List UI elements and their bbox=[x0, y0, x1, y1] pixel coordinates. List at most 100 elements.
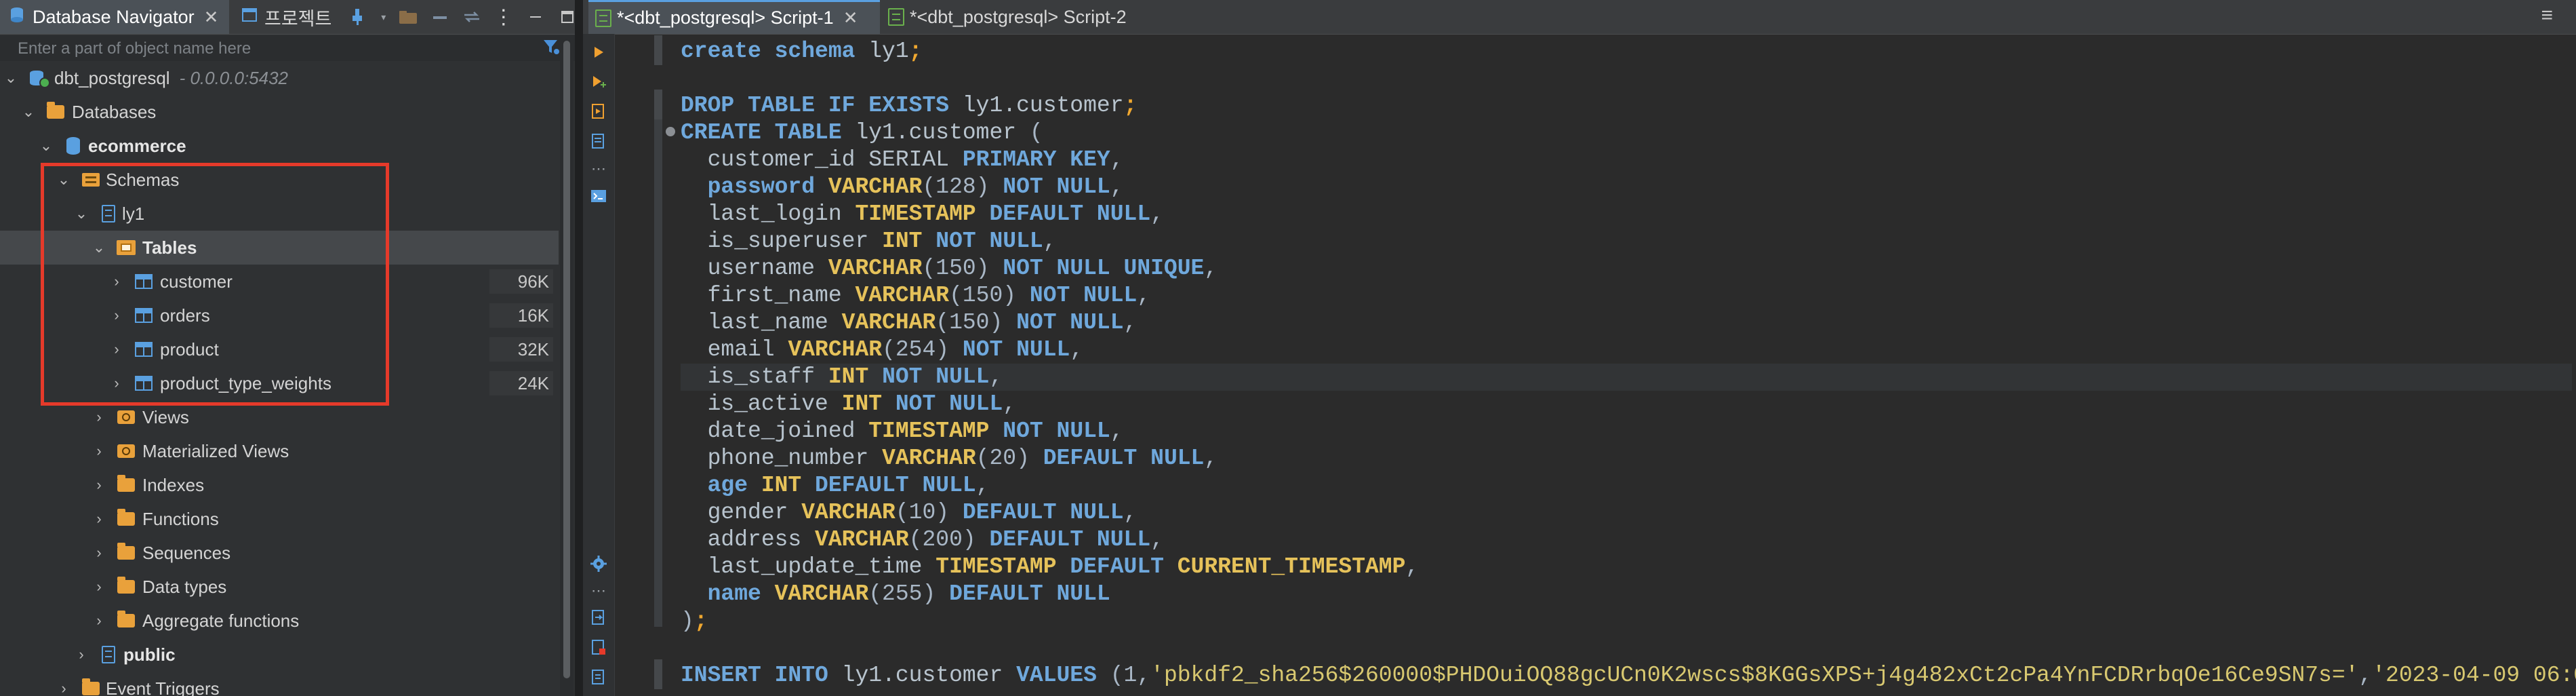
chevron-down-icon[interactable]: ⌄ bbox=[4, 69, 18, 87]
code-line[interactable]: create schema ly1; bbox=[681, 38, 922, 65]
code-line[interactable]: DROP TABLE IF EXISTS ly1.customer; bbox=[681, 92, 1137, 119]
code-line[interactable]: email VARCHAR(254) NOT NULL, bbox=[681, 336, 1084, 364]
open-terminal-icon[interactable] bbox=[588, 186, 609, 206]
connect-icon[interactable] bbox=[348, 5, 370, 28]
tree-node-connection[interactable]: ⌄ dbt_postgresql - 0.0.0.0:5432 bbox=[0, 61, 559, 95]
explain-plan-icon[interactable] bbox=[588, 132, 609, 152]
code-line[interactable]: password VARCHAR(128) NOT NULL, bbox=[681, 174, 1124, 201]
tab-script-1[interactable]: *<dbt_postgresql> Script-1 ✕ bbox=[588, 0, 880, 34]
code-line[interactable]: last_update_time TIMESTAMP DEFAULT CURRE… bbox=[681, 554, 1420, 581]
chevron-right-icon[interactable]: › bbox=[110, 273, 123, 290]
chevron-right-icon[interactable]: › bbox=[92, 612, 106, 630]
tree-node-table[interactable]: › customer 96K bbox=[0, 265, 559, 298]
code-line[interactable]: phone_number VARCHAR(20) DEFAULT NULL, bbox=[681, 445, 1218, 472]
tree-node-tables[interactable]: ⌄ Tables bbox=[0, 231, 559, 265]
code-token: DEFAULT NULL bbox=[815, 473, 976, 498]
tree-node-views[interactable]: › Views bbox=[0, 400, 559, 434]
execute-in-new-tab-icon[interactable] bbox=[588, 72, 609, 92]
dropdown-arrow-icon[interactable]: ▾ bbox=[380, 5, 388, 28]
close-icon[interactable]: ✕ bbox=[843, 7, 858, 28]
close-icon[interactable]: ✕ bbox=[204, 7, 219, 28]
editor-menu-icon[interactable]: ≡ bbox=[2541, 4, 2553, 27]
code-line[interactable]: CREATE TABLE ly1.customer ( bbox=[681, 119, 1043, 147]
load-script-icon[interactable] bbox=[588, 668, 609, 688]
chevron-right-icon[interactable]: › bbox=[110, 341, 123, 358]
export-icon[interactable] bbox=[588, 608, 609, 628]
chevron-down-icon[interactable]: ⌄ bbox=[39, 137, 53, 155]
panel-splitter[interactable] bbox=[575, 0, 583, 696]
code-line[interactable]: age INT DEFAULT NULL, bbox=[681, 472, 990, 499]
navigator-scrollbar[interactable] bbox=[560, 35, 573, 696]
navigator-scrollbar-thumb[interactable] bbox=[563, 41, 570, 678]
chevron-right-icon[interactable]: › bbox=[92, 510, 106, 528]
code-line[interactable]: INSERT INTO ly1.customer VALUES (1,'pbkd… bbox=[681, 662, 2576, 689]
sql-code-area[interactable]: create schema ly1; DROP TABLE IF EXISTS l… bbox=[681, 34, 2576, 696]
code-line[interactable]: is_active INT NOT NULL, bbox=[681, 391, 1017, 418]
table-icon bbox=[134, 306, 153, 325]
code-token: (200) bbox=[908, 527, 990, 552]
chevron-down-icon[interactable]: ⌄ bbox=[75, 205, 88, 223]
code-line[interactable]: address VARCHAR(200) DEFAULT NULL, bbox=[681, 526, 1164, 554]
tree-node-indexes[interactable]: › Indexes bbox=[0, 468, 559, 502]
execute-script-icon[interactable] bbox=[588, 102, 609, 122]
tree-node-database-ecommerce[interactable]: ⌄ ecommerce bbox=[0, 129, 559, 163]
more-actions-icon[interactable]: ⋯ bbox=[591, 160, 607, 178]
tab-script-2[interactable]: *<dbt_postgresql> Script-2 bbox=[881, 0, 1139, 34]
chevron-down-icon[interactable]: ⌄ bbox=[92, 239, 106, 256]
settings-gear-icon[interactable] bbox=[588, 554, 609, 574]
more-options-icon[interactable]: ⋮ bbox=[492, 5, 515, 28]
code-line[interactable]: last_name VARCHAR(150) NOT NULL, bbox=[681, 309, 1138, 336]
tab-projects[interactable]: 프로젝트 bbox=[233, 0, 335, 34]
link-with-editor-icon[interactable] bbox=[460, 5, 483, 28]
tree-node-databases[interactable]: ⌄ Databases bbox=[0, 95, 559, 129]
chevron-right-icon[interactable]: › bbox=[92, 408, 106, 426]
tree-node-table[interactable]: › product_type_weights 24K bbox=[0, 366, 559, 400]
chevron-down-icon[interactable]: ⌄ bbox=[22, 103, 35, 121]
query-block-marker bbox=[654, 659, 662, 689]
chevron-right-icon[interactable]: › bbox=[92, 578, 106, 596]
code-line[interactable]: ); bbox=[681, 608, 708, 635]
more-actions-icon[interactable]: ⋯ bbox=[591, 582, 607, 600]
chevron-right-icon[interactable]: › bbox=[92, 476, 106, 494]
code-line[interactable]: gender VARCHAR(10) DEFAULT NULL, bbox=[681, 499, 1138, 526]
tree-node-event-triggers[interactable]: › Event Triggers bbox=[0, 672, 559, 696]
chevron-right-icon[interactable]: › bbox=[110, 307, 123, 324]
tree-node-materialized-views[interactable]: › Materialized Views bbox=[0, 434, 559, 468]
code-line[interactable]: date_joined TIMESTAMP NOT NULL, bbox=[681, 418, 1124, 445]
tree-node-schema-ly1[interactable]: ⌄ ly1 bbox=[0, 197, 559, 231]
code-line[interactable]: first_name VARCHAR(150) NOT NULL, bbox=[681, 282, 1151, 309]
code-line[interactable]: name VARCHAR(255) DEFAULT NULL bbox=[681, 581, 1110, 608]
object-filter-input[interactable] bbox=[16, 37, 521, 61]
tree-node-schema-public[interactable]: › public bbox=[0, 638, 559, 672]
tab-database-navigator[interactable]: Database Navigator ✕ bbox=[0, 0, 229, 34]
fold-marker-icon[interactable] bbox=[666, 127, 675, 136]
tree-node-sequences[interactable]: › Sequences bbox=[0, 536, 559, 570]
code-token: , bbox=[2358, 663, 2373, 688]
chevron-right-icon[interactable]: › bbox=[57, 680, 71, 696]
code-token: VARCHAR bbox=[855, 283, 950, 308]
chevron-right-icon[interactable]: › bbox=[75, 646, 88, 663]
code-line[interactable]: customer_id SERIAL PRIMARY KEY, bbox=[681, 147, 1124, 174]
chevron-down-icon[interactable]: ⌄ bbox=[57, 171, 71, 189]
tab-projects-label: 프로젝트 bbox=[264, 8, 332, 29]
filter-icon[interactable] bbox=[542, 38, 560, 60]
tree-node-table[interactable]: › orders 16K bbox=[0, 298, 559, 332]
save-script-icon[interactable] bbox=[588, 638, 609, 658]
execute-statement-icon[interactable] bbox=[588, 42, 609, 62]
tree-node-schemas[interactable]: ⌄ Schemas bbox=[0, 163, 559, 197]
collapse-all-icon[interactable] bbox=[428, 5, 451, 28]
tree-node-data-types[interactable]: › Data types bbox=[0, 570, 559, 604]
code-line[interactable]: last_login TIMESTAMP DEFAULT NULL, bbox=[681, 201, 1164, 228]
code-line[interactable]: username VARCHAR(150) NOT NULL UNIQUE, bbox=[681, 255, 1218, 282]
minimize-icon[interactable] bbox=[524, 5, 546, 28]
chevron-right-icon[interactable]: › bbox=[92, 442, 106, 460]
folder-icon[interactable] bbox=[397, 5, 420, 28]
maximize-icon[interactable] bbox=[556, 5, 575, 28]
tree-node-aggregate-functions[interactable]: › Aggregate functions bbox=[0, 604, 559, 638]
tree-node-functions[interactable]: › Functions bbox=[0, 502, 559, 536]
code-line[interactable]: is_superuser INT NOT NULL, bbox=[681, 228, 1057, 255]
chevron-right-icon[interactable]: › bbox=[92, 544, 106, 562]
code-line[interactable]: is_staff INT NOT NULL, bbox=[681, 364, 2572, 391]
tree-node-table[interactable]: › product 32K bbox=[0, 332, 559, 366]
chevron-right-icon[interactable]: › bbox=[110, 374, 123, 392]
